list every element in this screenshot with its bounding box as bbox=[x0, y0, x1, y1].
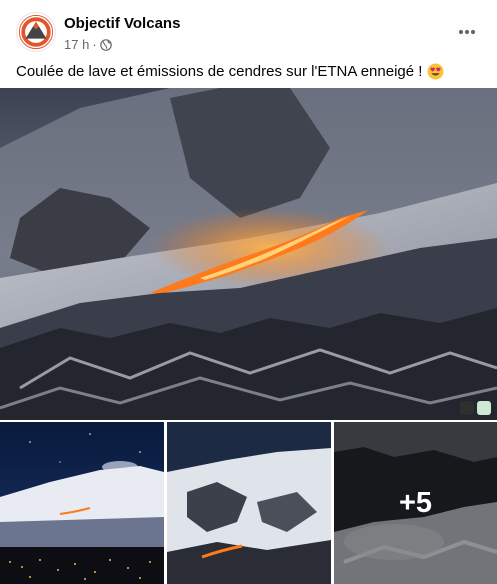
photo-badges bbox=[460, 401, 491, 415]
camera-badge-icon bbox=[460, 401, 474, 415]
more-photos-count: +5 bbox=[398, 486, 433, 519]
facebook-post: Objectif Volcans 17 h · Coulée de lave e… bbox=[0, 0, 497, 584]
main-photo[interactable] bbox=[0, 88, 497, 420]
meta-separator: · bbox=[92, 37, 97, 52]
post-header: Objectif Volcans 17 h · bbox=[0, 0, 497, 56]
heart-eyes-emoji-icon bbox=[427, 63, 444, 80]
post-meta: 17 h · bbox=[64, 37, 112, 52]
objectif-volcans-logo bbox=[18, 14, 54, 50]
etna-snow-slope-image bbox=[167, 422, 331, 584]
etna-night-town-image bbox=[0, 422, 164, 584]
globe-icon[interactable] bbox=[99, 38, 112, 51]
more-options-button[interactable] bbox=[449, 18, 485, 46]
more-photos-overlay[interactable]: +5 bbox=[334, 422, 497, 584]
page-name[interactable]: Objectif Volcans bbox=[64, 15, 180, 32]
etna-lava-flow-image bbox=[0, 88, 497, 420]
gallery-photo-1[interactable] bbox=[0, 422, 164, 584]
page-avatar[interactable] bbox=[16, 12, 56, 52]
post-timestamp[interactable]: 17 h bbox=[64, 37, 89, 52]
gallery-photo-3[interactable]: +5 bbox=[334, 422, 497, 584]
caption-text: Coulée de lave et émissions de cendres s… bbox=[16, 63, 423, 80]
logo-badge-icon bbox=[477, 401, 491, 415]
post-caption: Coulée de lave et émissions de cendres s… bbox=[16, 63, 444, 80]
gallery-photo-2[interactable] bbox=[167, 422, 331, 584]
more-horizontal-icon bbox=[458, 29, 476, 35]
